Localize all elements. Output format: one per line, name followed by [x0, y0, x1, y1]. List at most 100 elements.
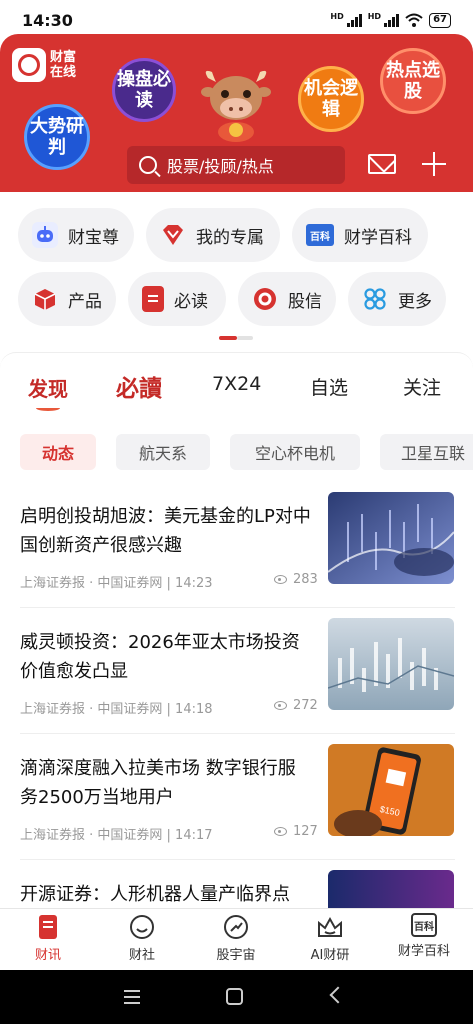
chip-hangtianxi[interactable]: 航天系	[116, 434, 210, 470]
news-title: 启明创投胡旭波：美元基金的LP对中国创新资产很感兴趣	[20, 506, 311, 556]
view-count: 283	[293, 572, 318, 587]
wifi-icon	[405, 13, 423, 27]
nav-ai-caiyan[interactable]: AI财研	[290, 913, 370, 963]
dashi-yanpan-bubble[interactable]: 大势研判	[24, 104, 90, 170]
news-title: 威灵顿投资：2026年亚太市场投资价值愈发凸显	[20, 632, 300, 682]
nav-label: 财讯	[34, 948, 61, 963]
logo-text: 财富在线	[50, 50, 77, 80]
caopan-bidu-bubble[interactable]: 操盘必读	[112, 58, 176, 122]
quick-entry-bidu[interactable]: 必读	[128, 272, 226, 326]
tab-active-indicator	[36, 405, 60, 411]
news-thumbnail	[328, 618, 454, 710]
nav-label: AI财研	[310, 948, 350, 963]
news-views: 272	[274, 698, 318, 713]
search-bar[interactable]: 股票/投顾/热点	[127, 146, 345, 184]
quick-entry-label: 更多	[398, 291, 432, 312]
robot-icon	[32, 222, 58, 248]
news-views: 127	[274, 824, 318, 839]
news-title: 滴滴深度融入拉美市场 数字银行服务2500万当地用户	[20, 758, 296, 808]
tab-bidu[interactable]: 必讀	[116, 369, 162, 403]
app-header: 财富在线 操盘必读 大势研判 机会逻辑 热点选股 股票/投顾/热点	[0, 34, 473, 192]
view-count: 272	[293, 698, 318, 713]
trend-circle-icon	[222, 913, 250, 941]
news-thumbnail	[328, 870, 454, 908]
nav-caixue-baike[interactable]: 百科 财学百科	[384, 913, 464, 959]
jihui-luoji-bubble[interactable]: 机会逻辑	[298, 66, 364, 132]
nav-badge: 百科	[414, 921, 434, 933]
mascot-ox-icon[interactable]	[198, 64, 274, 144]
quick-entry-label: 产品	[68, 291, 102, 312]
nav-guyuzhou[interactable]: 股宇宙	[196, 913, 276, 963]
news-thumbnail: $150	[328, 744, 454, 836]
home-icon[interactable]	[226, 988, 243, 1005]
quick-entry-label: 必读	[174, 291, 208, 312]
grid-icon	[362, 286, 388, 312]
mail-icon[interactable]	[368, 154, 396, 174]
tab-discover[interactable]: 发现	[28, 373, 68, 402]
back-icon[interactable]	[329, 986, 347, 1004]
recent-apps-icon[interactable]	[124, 990, 140, 1004]
news-source: 上海证券报 · 中国证券网 | 14:17	[20, 828, 213, 843]
quick-entry-label: 财学百科	[344, 227, 412, 248]
eye-icon	[274, 701, 287, 710]
topic-chip-bar: 动态 航天系 空心杯电机 卫星互联	[0, 418, 473, 482]
battery-indicator: 67	[429, 12, 451, 28]
tab-watchlist[interactable]: 自选	[310, 373, 348, 400]
encyclopedia-book-icon: 百科	[411, 913, 437, 937]
logo-icon	[12, 48, 46, 82]
encyclopedia-icon: 百科	[306, 224, 334, 246]
news-list: 启明创投胡旭波：美元基金的LP对中国创新资产很感兴趣 上海证券报 · 中国证券网…	[0, 482, 473, 908]
search-icon	[139, 156, 157, 174]
eye-icon	[274, 575, 287, 584]
message-icon	[252, 286, 278, 312]
news-item[interactable]: 滴滴深度融入拉美市场 数字银行服务2500万当地用户 上海证券报 · 中国证券网…	[20, 734, 455, 860]
news-item[interactable]: 开源证券：人形机器人量产临界点	[20, 860, 455, 908]
chip-dongtai[interactable]: 动态	[20, 434, 96, 470]
news-source: 上海证券报 · 中国证券网 | 14:23	[20, 576, 213, 591]
quick-entry-caixuebaike[interactable]: 百科 财学百科	[292, 208, 428, 262]
chip-weixing-hulian[interactable]: 卫星互联	[380, 434, 473, 470]
quick-entry-chanpin[interactable]: 产品	[18, 272, 116, 326]
tab-7x24[interactable]: 7X24	[212, 373, 261, 395]
quick-entry-wodezhuanshu[interactable]: 我的专属	[146, 208, 280, 262]
signal-icon	[346, 13, 362, 27]
bottom-navigation: 财讯 财社 股宇宙 AI财研 百科 财学百科	[0, 908, 473, 970]
news-views: 283	[274, 572, 318, 587]
quick-entry-panel: 财宝尊 我的专属 百科 财学百科 产品 必读 股信 更多	[0, 192, 473, 352]
nav-caixun[interactable]: 财讯	[8, 913, 88, 963]
crown-icon	[316, 913, 344, 941]
quick-entry-label: 我的专属	[196, 227, 264, 248]
tab-follow[interactable]: 关注	[403, 373, 441, 400]
status-icons: HD HD 67	[330, 11, 451, 28]
quick-entry-gengduo[interactable]: 更多	[348, 272, 446, 326]
quick-entry-caibaozun[interactable]: 财宝尊	[18, 208, 134, 262]
signal-icon-2	[384, 13, 400, 27]
quick-entry-label: 财宝尊	[68, 227, 119, 248]
plus-icon[interactable]	[422, 152, 446, 176]
news-item[interactable]: 威灵顿投资：2026年亚太市场投资价值愈发凸显 上海证券报 · 中国证券网 | …	[20, 608, 455, 734]
search-placeholder: 股票/投顾/热点	[167, 157, 274, 176]
nav-label: 股宇宙	[216, 948, 256, 963]
news-item[interactable]: 启明创投胡旭波：美元基金的LP对中国创新资产很感兴趣 上海证券报 · 中国证券网…	[20, 482, 455, 608]
quick-entry-label: 股信	[288, 291, 322, 312]
nav-label: 财社	[128, 948, 155, 963]
news-thumbnail	[328, 492, 454, 584]
news-source: 上海证券报 · 中国证券网 | 14:18	[20, 702, 213, 717]
diamond-icon	[160, 222, 186, 248]
clock: 14:30	[22, 10, 73, 30]
news-title: 开源证券：人形机器人量产临界点	[20, 884, 290, 905]
view-count: 127	[293, 824, 318, 839]
nav-label: 财学百科	[397, 944, 450, 959]
network-type-2: HD	[367, 11, 382, 21]
quick-entry-guxin[interactable]: 股信	[238, 272, 336, 326]
news-doc-icon	[34, 913, 62, 941]
network-type-1: HD	[330, 11, 344, 21]
chip-kongxinbei-dianji[interactable]: 空心杯电机	[230, 434, 360, 470]
page-indicator	[219, 336, 253, 340]
box-icon	[32, 286, 58, 312]
document-icon	[142, 286, 164, 312]
app-logo: 财富在线	[12, 48, 84, 82]
redian-xuangu-bubble[interactable]: 热点选股	[380, 48, 446, 114]
nav-caishe[interactable]: 财社	[102, 913, 182, 963]
eye-icon	[274, 827, 287, 836]
